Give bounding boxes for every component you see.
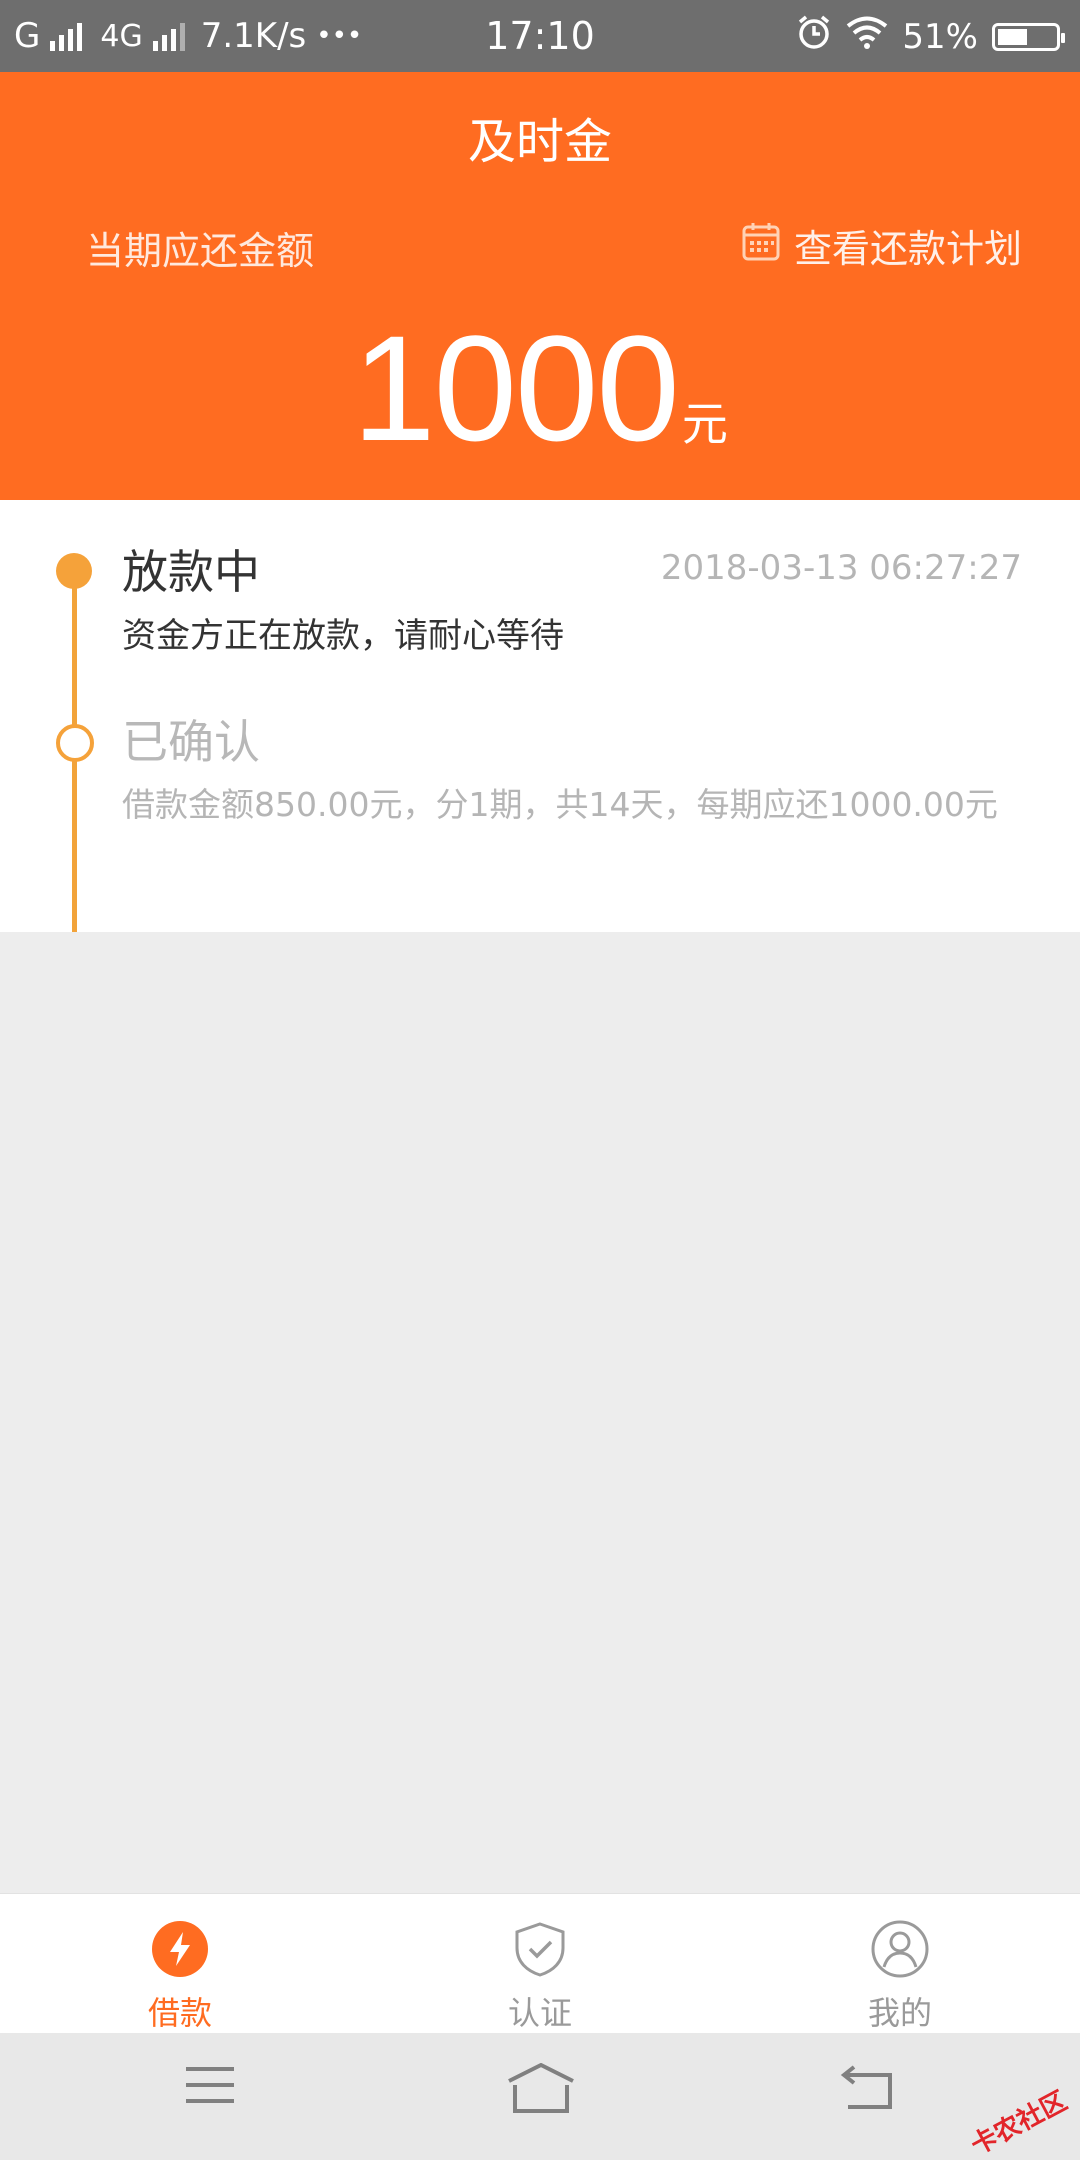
user-icon: [871, 1920, 929, 1982]
status-desc-confirmed: 借款金额850.00元，分1期，共14天，每期应还1000.00元: [122, 785, 998, 824]
status-timestamp: 2018-03-13 06:27:27: [660, 548, 1022, 588]
back-button[interactable]: [840, 2063, 896, 2117]
tab-loan[interactable]: 借款: [0, 1894, 360, 2034]
tab-mine-label: 我的: [867, 1994, 932, 2032]
status-desc-disbursing: 资金方正在放款，请耐心等待: [122, 616, 564, 656]
battery-percent: 51%: [902, 16, 978, 57]
home-icon: [505, 2062, 577, 2119]
alarm-icon: [796, 14, 832, 59]
bottom-tab-bar: 借款 认证 我的: [0, 1893, 1080, 2034]
lightning-icon: [151, 1920, 209, 1982]
view-plan-label: 查看还款计划: [793, 227, 1022, 271]
menu-icon: [184, 2067, 236, 2111]
back-icon: [840, 2065, 896, 2117]
status-title-disbursing: 放款中: [122, 545, 260, 599]
loan-status-timeline: 放款中 2018-03-13 06:27:27 资金方正在放款，请耐心等待 已确…: [0, 500, 1080, 932]
status-bar: G 4G 7.1K/s ••• 17:10 51%: [0, 0, 1080, 72]
screen: G 4G 7.1K/s ••• 17:10 51% 及时金 当期应还金额 查看还…: [0, 0, 1080, 2160]
tab-loan-label: 借款: [147, 1994, 212, 2032]
battery-icon: [992, 22, 1065, 51]
repayment-header: 及时金 当期应还金额 查看还款计划 1000元: [0, 72, 1080, 500]
tab-mine[interactable]: 我的: [720, 1894, 1080, 2034]
status-right: 51%: [796, 14, 1065, 59]
timeline-dot-past: [56, 724, 94, 762]
shield-check-icon: [511, 1920, 569, 1982]
timeline-dot-current: [56, 553, 92, 589]
system-nav-bar: 卡农社区: [0, 2033, 1080, 2160]
watermark-logo: 卡农社区: [966, 2086, 1073, 2160]
calendar-icon: [742, 221, 780, 270]
menu-button[interactable]: [184, 2063, 236, 2111]
view-repayment-plan-link[interactable]: 查看还款计划: [742, 218, 1022, 273]
home-button[interactable]: [505, 2062, 577, 2119]
due-amount-value: 1000: [352, 304, 680, 472]
due-amount: 1000元: [0, 302, 1080, 475]
due-amount-unit: 元: [681, 397, 728, 451]
wifi-icon: [846, 15, 888, 58]
page-title: 及时金: [467, 114, 612, 170]
status-title-confirmed: 已确认: [122, 715, 260, 769]
tab-verify-label: 认证: [507, 1994, 572, 2032]
tab-verify[interactable]: 认证: [360, 1894, 720, 2034]
due-amount-label: 当期应还金额: [86, 229, 315, 273]
